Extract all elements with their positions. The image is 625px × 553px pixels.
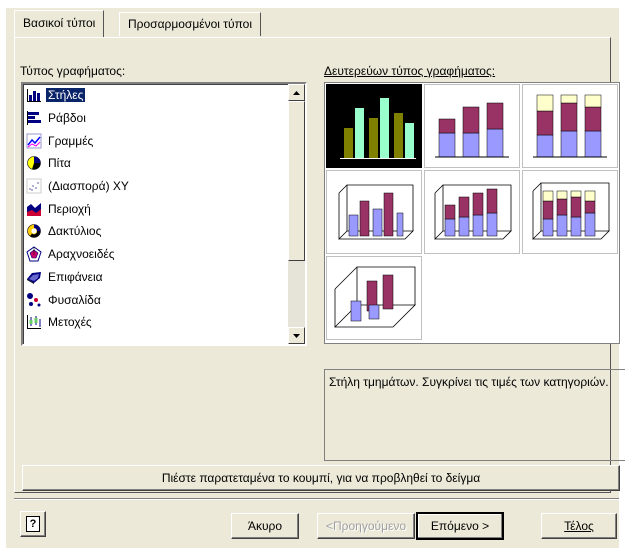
tab-custom-types-label: Προσαρμοσμένοι τύποι [128, 17, 253, 31]
scroll-thumb[interactable] [288, 101, 305, 261]
radar-chart-icon [26, 246, 42, 262]
subtype-3d-column[interactable] [326, 256, 422, 340]
dialog-separator [14, 498, 619, 500]
chart-type-item[interactable]: Περιοχή [23, 197, 288, 220]
subtype-3d-stacked-column[interactable] [424, 170, 520, 254]
chart-type-item-label: Πίτα [48, 156, 71, 171]
chart-type-item-label: Περιοχή [48, 201, 91, 216]
tab-custom-types[interactable]: Προσαρμοσμένοι τύποι [119, 12, 262, 36]
clustered-column-icon [340, 98, 416, 159]
tab-standard-types[interactable]: Βασικοί τύποι [14, 10, 105, 37]
tab-standard-types-label: Βασικοί τύποι [23, 16, 96, 30]
surface-chart-icon [27, 271, 41, 284]
chart-subtype-description: Στήλη τμημάτων. Συγκρίνει τις τιμές των … [324, 369, 625, 461]
chart-type-scrollbar[interactable] [288, 84, 305, 344]
chart-type-item[interactable]: Δακτύλιος [23, 220, 288, 243]
chart-type-item[interactable]: (Διασπορά) XY [23, 175, 288, 198]
subtype-clustered-column[interactable] [326, 84, 422, 168]
bubble-chart-icon [27, 292, 41, 307]
chart-type-item[interactable]: Ράβδοι [23, 107, 288, 130]
pie-chart-icon [27, 156, 41, 171]
scroll-up-button[interactable] [288, 84, 305, 101]
chart-type-item-label: Αραχνοειδές [48, 247, 115, 262]
chart-type-label: Τύπος γραφήματος: [20, 64, 126, 78]
bar-chart-icon [27, 111, 41, 126]
chart-type-item[interactable]: Φυσαλίδα [23, 288, 288, 311]
chart-type-item-label: Μετοχές [48, 315, 92, 330]
area-chart-icon [27, 202, 41, 216]
next-button[interactable]: Επόμενο > [416, 512, 504, 540]
scroll-down-button[interactable] [288, 327, 305, 344]
doughnut-chart-icon [27, 224, 41, 239]
subtype-3d-clustered-column[interactable] [326, 170, 422, 254]
stacked-column-icon [435, 102, 509, 158]
stock-chart-icon [27, 315, 41, 330]
cancel-button[interactable]: Άκυρο [231, 513, 299, 539]
chart-type-item[interactable]: Πίτα [23, 152, 288, 175]
subtype-3d-100-percent-stacked-column[interactable] [522, 170, 618, 254]
chart-type-item-label: Στήλες [46, 88, 86, 103]
3d-column-icon [334, 266, 416, 328]
chart-type-item[interactable]: Μετοχές [23, 311, 288, 334]
chart-wizard-dialog: Βασικοί τύποι Προσαρμοσμένοι τύποι Τύπος… [6, 8, 625, 548]
chart-type-item[interactable]: Στήλες [23, 84, 288, 107]
chart-type-item-label: Ράβδοι [48, 111, 86, 126]
chart-type-item-label: Δακτύλιος [48, 224, 102, 239]
scatter-chart-icon [26, 178, 42, 194]
chart-type-item-label: Επιφάνεια [48, 269, 103, 284]
scroll-up-arrow-icon [293, 90, 300, 95]
column-chart-icon [27, 89, 41, 103]
press-and-hold-preview-button[interactable]: Πιέστε παρατεταμένα το κουμπί, για να πρ… [22, 465, 620, 491]
chart-type-list[interactable]: Στήλες Ράβδοι Γραμμές Πίτα (Διασπορά) XY Περι… [21, 82, 307, 346]
3d-clustered-column-icon [338, 184, 414, 240]
scroll-down-arrow-icon [293, 333, 300, 338]
line-chart-icon [26, 133, 42, 149]
chart-subtype-grid [324, 82, 620, 344]
chart-type-item[interactable]: Επιφάνεια [23, 266, 288, 289]
3d-percent-stacked-column-icon [532, 182, 610, 240]
subtype-stacked-column[interactable] [424, 84, 520, 168]
finish-button[interactable]: Τέλος [541, 513, 617, 539]
chart-type-item[interactable]: Γραμμές [23, 129, 288, 152]
chart-type-item-label: Γραμμές [48, 133, 94, 148]
percent-stacked-column-icon [533, 94, 607, 158]
help-icon: ? [26, 516, 40, 532]
subtype-100-percent-stacked-column[interactable] [522, 84, 618, 168]
chart-type-item[interactable]: Αραχνοειδές [23, 243, 288, 266]
chart-type-item-label: (Διασπορά) XY [48, 179, 129, 194]
3d-stacked-column-icon [434, 184, 512, 240]
back-button[interactable]: <Προηγούμενο [317, 513, 415, 539]
chart-subtype-label: Δευτερεύων τύπος γραφήματος: [324, 64, 496, 78]
chart-type-item-label: Φυσαλίδα [48, 292, 101, 307]
help-button[interactable]: ? [20, 511, 46, 537]
